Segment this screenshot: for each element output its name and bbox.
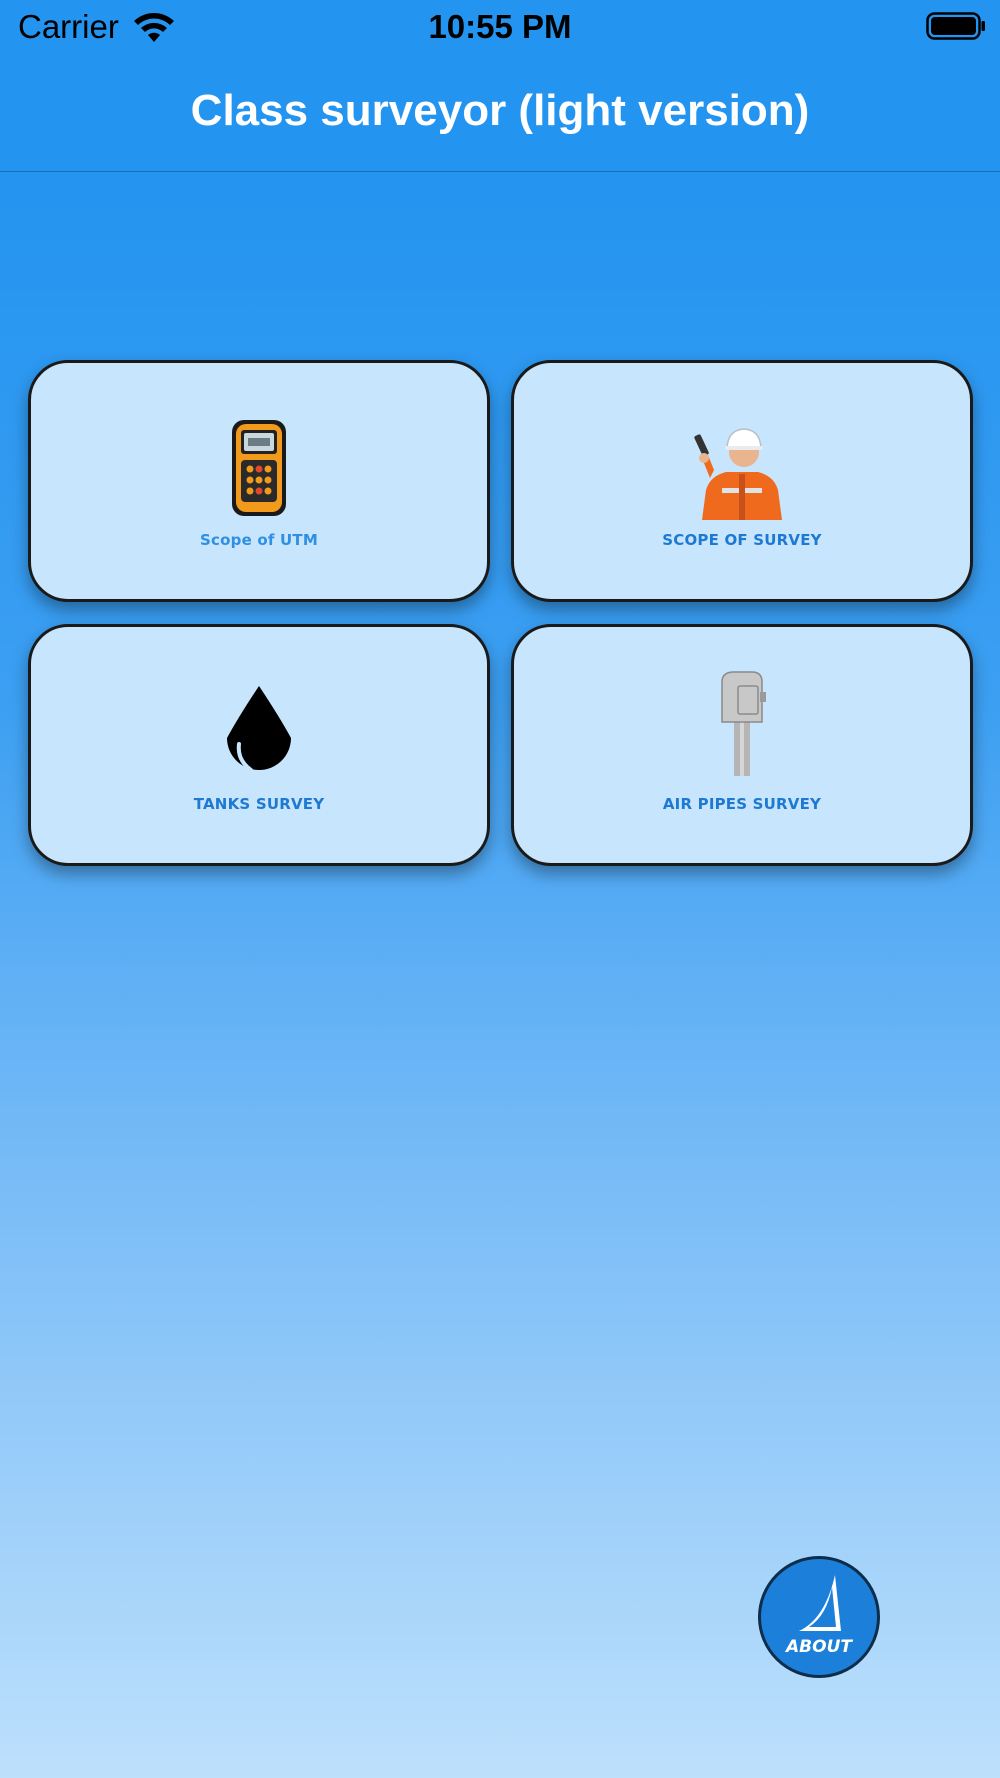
scope-of-survey-button[interactable]: SCOPE OF SURVEY (511, 360, 973, 602)
tile-icon-container (514, 418, 970, 520)
navigation-bar: Class surveyor (light version) (0, 56, 1000, 172)
surveyor-icon (694, 428, 782, 520)
clock: 10:55 PM (428, 8, 572, 45)
tile-icon-container (514, 671, 970, 782)
battery-icon (926, 12, 985, 40)
tile-icon-container (31, 682, 487, 782)
tile-label: Scope of UTM (200, 531, 318, 549)
about-label: ABOUT (786, 1637, 852, 1657)
oil-drop-icon (227, 686, 291, 772)
about-button[interactable]: ABOUT (758, 1556, 880, 1678)
status-bar: Carrier 10:55 PM (0, 0, 1000, 56)
tile-label: AIR PIPES SURVEY (662, 795, 822, 813)
tile-icon-container (31, 418, 487, 518)
tanks-survey-button[interactable]: TANKS SURVEY (28, 624, 490, 866)
scope-of-utm-button[interactable]: Scope of UTM (28, 360, 490, 602)
air-pipe-head-icon (721, 671, 766, 776)
about-logo-icon (799, 1575, 841, 1631)
tile-label: TANKS SURVEY (193, 795, 325, 813)
thickness-gauge-icon (232, 420, 286, 516)
tile-label: SCOPE OF SURVEY (662, 531, 822, 549)
page-title: Class surveyor (light version) (190, 86, 810, 135)
air-pipes-survey-button[interactable]: AIR PIPES SURVEY (511, 624, 973, 866)
